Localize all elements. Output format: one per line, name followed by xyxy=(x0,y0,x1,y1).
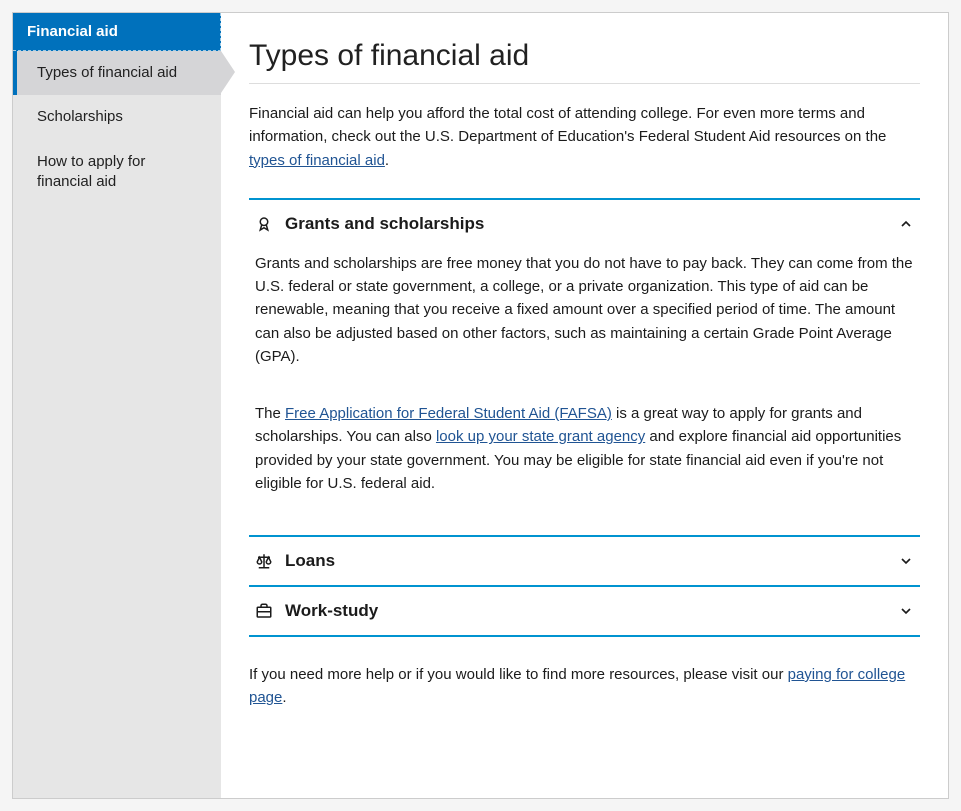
sidebar: Financial aid Types of financial aid Sch… xyxy=(13,13,221,798)
app-frame: Financial aid Types of financial aid Sch… xyxy=(12,12,949,799)
sidebar-header[interactable]: Financial aid xyxy=(13,13,221,51)
briefcase-icon xyxy=(255,602,273,620)
accordion-toggle-workstudy[interactable]: Work-study xyxy=(249,587,920,635)
accordion-item-grants: Grants and scholarships Grants and schol… xyxy=(249,198,920,537)
types-of-aid-link[interactable]: types of financial aid xyxy=(249,152,385,169)
footer-text-b: . xyxy=(282,689,286,706)
accordion-toggle-grants[interactable]: Grants and scholarships xyxy=(249,200,920,248)
chevron-down-icon xyxy=(898,603,914,619)
accordion-toggle-loans[interactable]: Loans xyxy=(249,537,920,585)
fafsa-link[interactable]: Free Application for Federal Student Aid… xyxy=(285,405,612,422)
sidebar-item-how-to-apply[interactable]: How to apply for financial aid xyxy=(13,140,221,205)
sidebar-item-types[interactable]: Types of financial aid xyxy=(13,51,221,95)
scales-icon xyxy=(255,552,273,570)
accordion-title-workstudy: Work-study xyxy=(285,601,886,621)
grants-para-1: Grants and scholarships are free money t… xyxy=(255,252,914,368)
footer-paragraph: If you need more help or if you would li… xyxy=(249,663,920,710)
page-title: Types of financial aid xyxy=(249,39,920,73)
state-grant-link[interactable]: look up your state grant agency xyxy=(436,428,645,445)
award-icon xyxy=(255,215,273,233)
title-rule xyxy=(249,83,920,84)
sidebar-item-scholarships[interactable]: Scholarships xyxy=(13,95,221,139)
grants-para-2: The Free Application for Federal Student… xyxy=(255,402,914,495)
intro-text: Financial aid can help you afford the to… xyxy=(249,105,886,145)
intro-paragraph: Financial aid can help you afford the to… xyxy=(249,102,920,172)
accordion-title-grants: Grants and scholarships xyxy=(285,214,886,234)
chevron-up-icon xyxy=(898,216,914,232)
accordion: Grants and scholarships Grants and schol… xyxy=(249,198,920,637)
main-content: Types of financial aid Financial aid can… xyxy=(221,13,948,798)
accordion-item-loans: Loans xyxy=(249,535,920,587)
chevron-down-icon xyxy=(898,553,914,569)
grants-p2-a: The xyxy=(255,405,285,422)
accordion-title-loans: Loans xyxy=(285,551,886,571)
intro-text-end: . xyxy=(385,152,389,169)
accordion-body-grants: Grants and scholarships are free money t… xyxy=(249,248,920,535)
footer-text-a: If you need more help or if you would li… xyxy=(249,666,788,683)
accordion-item-workstudy: Work-study xyxy=(249,585,920,637)
